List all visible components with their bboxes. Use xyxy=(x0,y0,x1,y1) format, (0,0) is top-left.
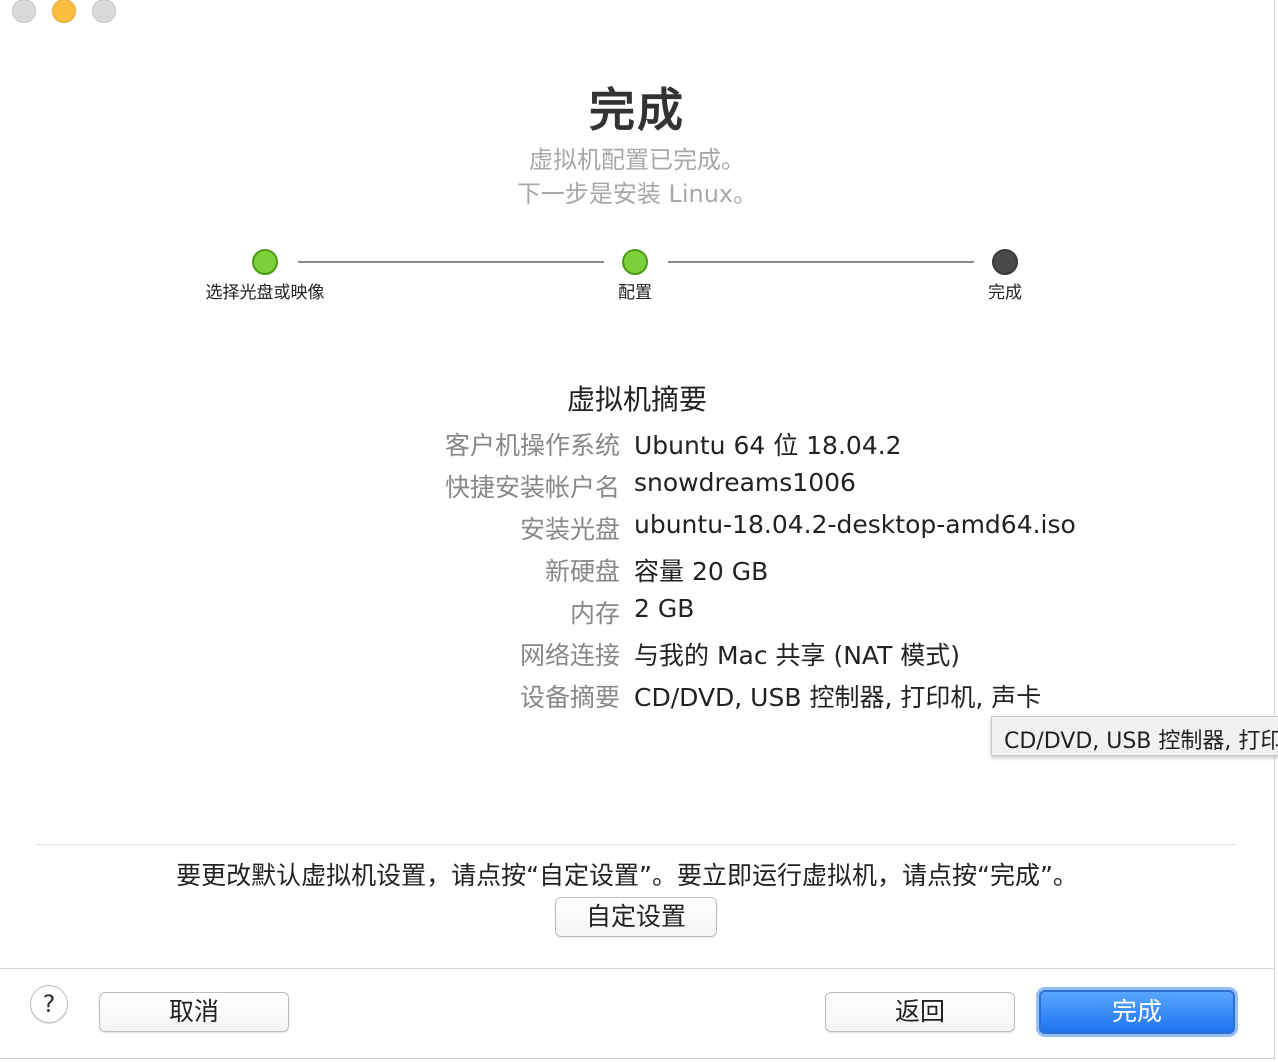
step-label-finish: 完成 xyxy=(988,283,1022,303)
summary-row-label: 网络连接 xyxy=(519,641,620,670)
summary-row-value: Ubuntu 64 位 18.04.2 xyxy=(634,431,902,460)
minimize-window-button[interactable] xyxy=(52,0,76,23)
step-2-done-indicator xyxy=(622,249,648,275)
step-connector-2 xyxy=(668,261,974,263)
help-button[interactable]: ? xyxy=(30,985,68,1023)
summary-row-value: 2 GB xyxy=(634,594,695,623)
vm-setup-window: 完成 虚拟机配置已完成。 下一步是安装 Linux。 选择光盘或映像 配置 完成… xyxy=(0,0,1275,1059)
summary-row-guest-os: 客户机操作系统 Ubuntu 64 位 18.04.2 xyxy=(0,426,1274,460)
customize-hint-text: 要更改默认虚拟机设置，请点按“自定设置”。要立即运行虚拟机，请点按“完成”。 xyxy=(176,861,1078,890)
customize-settings-button[interactable]: 自定设置 xyxy=(555,897,717,937)
summary-row-value: 与我的 Mac 共享 (NAT 模式) xyxy=(634,641,961,670)
cancel-button[interactable]: 取消 xyxy=(99,992,289,1032)
close-window-button[interactable] xyxy=(12,0,36,23)
step-label-configure: 配置 xyxy=(618,283,652,303)
summary-row-label: 设备摘要 xyxy=(519,683,620,712)
summary-row-value: CD/DVD, USB 控制器, 打印机, 声卡 xyxy=(634,683,1042,712)
finish-button[interactable]: 完成 xyxy=(1039,990,1235,1034)
summary-title: 虚拟机摘要 xyxy=(566,383,707,416)
page-title: 完成 xyxy=(589,83,685,137)
summary-row-new-disk: 新硬盘 容量 20 GB xyxy=(0,552,1274,586)
device-summary-tooltip: CD/DVD, USB 控制器, 打印 xyxy=(991,716,1278,756)
summary-row-account: 快捷安装帐户名 snowdreams1006 xyxy=(0,468,1274,502)
zoom-window-button[interactable] xyxy=(92,0,116,23)
summary-row-memory: 内存 2 GB xyxy=(0,594,1274,628)
summary-row-label: 新硬盘 xyxy=(544,557,620,586)
back-button[interactable]: 返回 xyxy=(825,992,1015,1032)
summary-row-value: 容量 20 GB xyxy=(634,557,769,586)
summary-row-value: ubuntu-18.04.2-desktop-amd64.iso xyxy=(634,510,1076,539)
summary-row-install-disc: 安装光盘 ubuntu-18.04.2-desktop-amd64.iso xyxy=(0,510,1274,544)
summary-row-label: 安装光盘 xyxy=(519,515,620,544)
footer-divider xyxy=(0,968,1274,969)
summary-row-value: snowdreams1006 xyxy=(634,468,856,497)
summary-row-network: 网络连接 与我的 Mac 共享 (NAT 模式) xyxy=(0,636,1274,670)
summary-row-label: 客户机操作系统 xyxy=(444,431,620,460)
step-label-select-disc: 选择光盘或映像 xyxy=(205,283,325,303)
subtitle-line-1: 虚拟机配置已完成。 xyxy=(529,146,745,174)
summary-row-label: 内存 xyxy=(569,599,620,628)
step-3-current-indicator xyxy=(992,249,1018,275)
step-1-done-indicator xyxy=(252,249,278,275)
summary-row-devices: 设备摘要 CD/DVD, USB 控制器, 打印机, 声卡 xyxy=(0,678,1274,712)
summary-row-label: 快捷安装帐户名 xyxy=(444,473,620,502)
content-divider xyxy=(36,844,1236,845)
step-connector-1 xyxy=(298,261,604,263)
subtitle-line-2: 下一步是安装 Linux。 xyxy=(516,180,758,208)
